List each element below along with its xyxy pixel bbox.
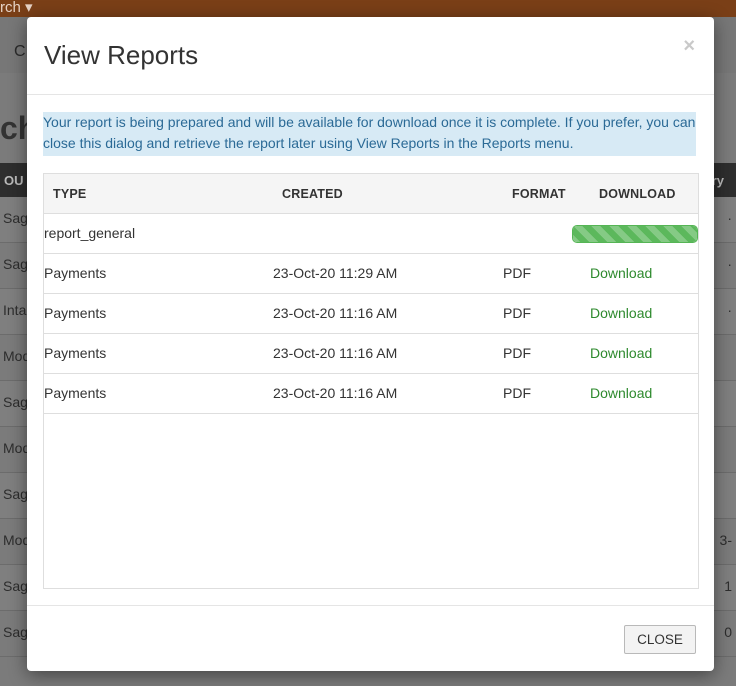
report-progress-bar [572,225,698,243]
download-link[interactable]: Download [590,305,652,321]
background-row-left: Sag [3,394,28,410]
table-row: Payments 23-Oct-20 11:29 AM PDF Download [44,254,698,294]
report-created: 23-Oct-20 11:29 AM [273,265,398,281]
background-row-left: Sag [3,624,28,640]
dialog-title: View Reports [44,40,199,70]
report-format: PDF [503,385,531,401]
dialog-header: View Reports × [27,17,714,95]
sub-nav-item[interactable]: C [14,43,26,61]
reports-table-header: TYPE CREATED FORMAT DOWNLOAD [44,174,698,214]
report-created: 23-Oct-20 11:16 AM [273,385,398,401]
report-type: Payments [44,385,107,401]
background-row-right: 3- [719,532,732,548]
download-link[interactable]: Download [590,385,652,401]
table-row: Payments 23-Oct-20 11:16 AM PDF Download [44,334,698,374]
background-col-ou: OU [4,173,24,188]
report-type: Payments [44,345,107,361]
view-reports-dialog: View Reports × Your report is being prep… [27,17,714,671]
report-progress-fill [573,226,697,242]
background-row-right: 0 [724,624,732,640]
report-format: PDF [503,305,531,321]
report-format: PDF [503,345,531,361]
reports-table: TYPE CREATED FORMAT DOWNLOAD report_gene… [43,173,699,589]
nav-search-menu[interactable]: rch ▾ [0,0,33,16]
table-row-pending: report_general [44,214,698,254]
col-created-header: CREATED [282,187,343,201]
background-row-left: Sag [3,256,28,272]
download-link[interactable]: Download [590,345,652,361]
col-format-header: FORMAT [512,187,566,201]
background-row-right: 1 [724,578,732,594]
col-download-header: DOWNLOAD [599,187,676,201]
dialog-footer: CLOSE [27,605,714,671]
background-row-right: · [727,256,732,272]
table-row: Payments 23-Oct-20 11:16 AM PDF Download [44,374,698,414]
report-type: report_general [44,225,136,241]
background-row-left: Sag [3,210,28,226]
close-icon[interactable]: × [683,36,695,56]
background-row-left: Inta [3,302,27,318]
close-button[interactable]: CLOSE [624,625,696,654]
background-row-right: · [727,210,732,226]
background-row-left: Sag [3,578,28,594]
report-type: Payments [44,265,107,281]
report-created: 23-Oct-20 11:16 AM [273,305,398,321]
table-row: Payments 23-Oct-20 11:16 AM PDF Download [44,294,698,334]
background-row-right: · [727,302,732,318]
report-created: 23-Oct-20 11:16 AM [273,345,398,361]
report-type: Payments [44,305,107,321]
download-link[interactable]: Download [590,265,652,281]
col-type-header: TYPE [53,187,87,201]
top-nav-bar: rch ▾ [0,0,736,17]
background-row-left: Sag [3,486,28,502]
report-format: PDF [503,265,531,281]
info-message: Your report is being prepared and will b… [43,112,696,156]
